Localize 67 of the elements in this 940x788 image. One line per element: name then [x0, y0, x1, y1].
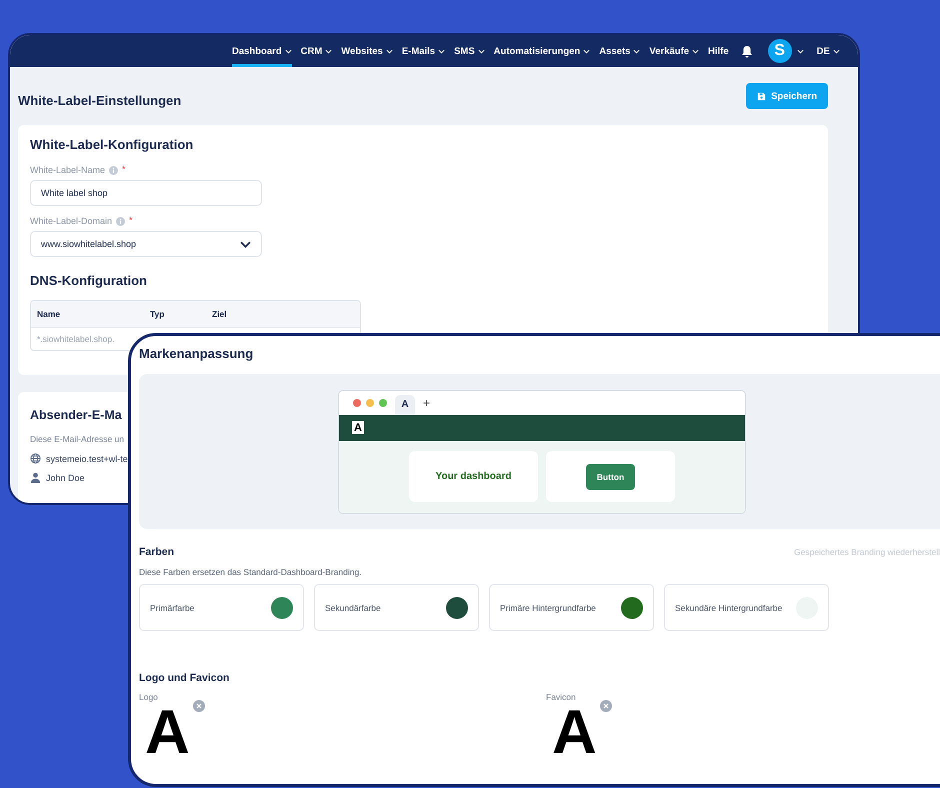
- card-text: Your dashboard: [436, 471, 512, 482]
- logo: A: [352, 421, 364, 434]
- save-icon: [757, 92, 766, 100]
- logo-preview: A: [552, 702, 597, 764]
- caret-icon[interactable]: [832, 48, 840, 54]
- caret-icon[interactable]: [386, 48, 393, 54]
- description-text: Diese E-Mail-Adresse un: [30, 434, 126, 444]
- caret-icon[interactable]: [284, 48, 292, 54]
- browser-tab[interactable]: A: [395, 394, 415, 414]
- required-mark: *: [129, 214, 133, 224]
- nav-menu-item[interactable]: Verkäufe: [649, 35, 700, 67]
- color-label: Primäre Hintergrundfarbe: [500, 602, 596, 612]
- color-swatch[interactable]: [446, 596, 468, 618]
- field-label: White-Label-Domain: [30, 216, 112, 226]
- color-label: Sekundärfarbe: [325, 602, 381, 612]
- nav-menu-item[interactable]: E-Mails: [402, 35, 446, 67]
- field-label: White-Label-Name: [30, 165, 106, 175]
- section-title: DNS-Konfiguration: [30, 273, 148, 288]
- caret-icon[interactable]: [325, 48, 332, 54]
- page-title: White-Label-Einstellungen: [18, 92, 182, 108]
- new-tab-button[interactable]: +: [423, 396, 430, 410]
- section-title: White-Label-Konfiguration: [30, 137, 194, 152]
- window-title: Markenanpassung: [139, 346, 254, 361]
- table-cell-text: *.siowhitelabel.shop.: [37, 334, 116, 344]
- nav-menu-item[interactable]: Websites: [341, 35, 393, 67]
- caret-icon[interactable]: [438, 48, 446, 54]
- bell-icon[interactable]: [740, 44, 753, 58]
- color-swatch[interactable]: [271, 596, 293, 618]
- color-option-card[interactable]: Sekundärfarbe: [314, 584, 479, 631]
- email-text: systemeio.test+wl-te: [46, 454, 128, 464]
- nav-menu-item[interactable]: Dashboard: [232, 35, 292, 67]
- column-header: Name: [37, 309, 62, 319]
- nav-menu-item[interactable]: Assets: [599, 35, 640, 67]
- domain-select-field[interactable]: www.siowhitelabel.shop: [30, 231, 262, 257]
- section-title: Logo und Favicon: [139, 672, 230, 684]
- color-swatch[interactable]: [621, 596, 643, 618]
- sample-button[interactable]: Button: [586, 464, 635, 490]
- sender-name: John Doe: [46, 472, 85, 482]
- section-title: Absender-E-Ma: [30, 408, 123, 422]
- caret-icon[interactable]: [796, 48, 804, 54]
- logo-preview: A: [145, 702, 190, 764]
- person-icon: [30, 472, 41, 483]
- color-option-card[interactable]: Primärfarbe: [139, 584, 304, 631]
- language-menu[interactable]: DE: [816, 35, 840, 67]
- column-header: Ziel: [212, 309, 227, 319]
- chevron-down-icon[interactable]: [240, 240, 251, 248]
- color-option-card[interactable]: Primäre Hintergrundfarbe: [489, 584, 654, 631]
- color-label: Sekundäre Hintergrundfarbe: [675, 602, 782, 612]
- section-title: Farben: [139, 546, 174, 558]
- nav-menu-item[interactable]: Automatisierungen: [494, 35, 590, 67]
- description-text: Diese Farben ersetzen das Standard-Dashboard-Branding.: [139, 567, 363, 577]
- nav-menu-item[interactable]: SMS: [454, 35, 485, 67]
- caret-icon[interactable]: [633, 48, 640, 54]
- required-mark: *: [122, 164, 126, 174]
- window-controls-icon: [353, 398, 387, 406]
- name-input-field[interactable]: White label shop: [30, 180, 262, 206]
- caret-icon[interactable]: [692, 48, 700, 54]
- globe-icon: [30, 453, 41, 464]
- nav-menu-item[interactable]: CRM: [300, 35, 332, 67]
- column-header: Typ: [150, 309, 166, 319]
- upload-label: Logo: [139, 692, 159, 702]
- color-option-card[interactable]: Sekundäre Hintergrundfarbe: [664, 584, 829, 631]
- caret-icon[interactable]: [478, 48, 485, 54]
- upload-label: Favicon: [546, 692, 577, 702]
- nav-menu-item[interactable]: Hilfe: [708, 35, 729, 67]
- color-label: Primärfarbe: [150, 602, 194, 612]
- caret-icon[interactable]: [583, 48, 590, 54]
